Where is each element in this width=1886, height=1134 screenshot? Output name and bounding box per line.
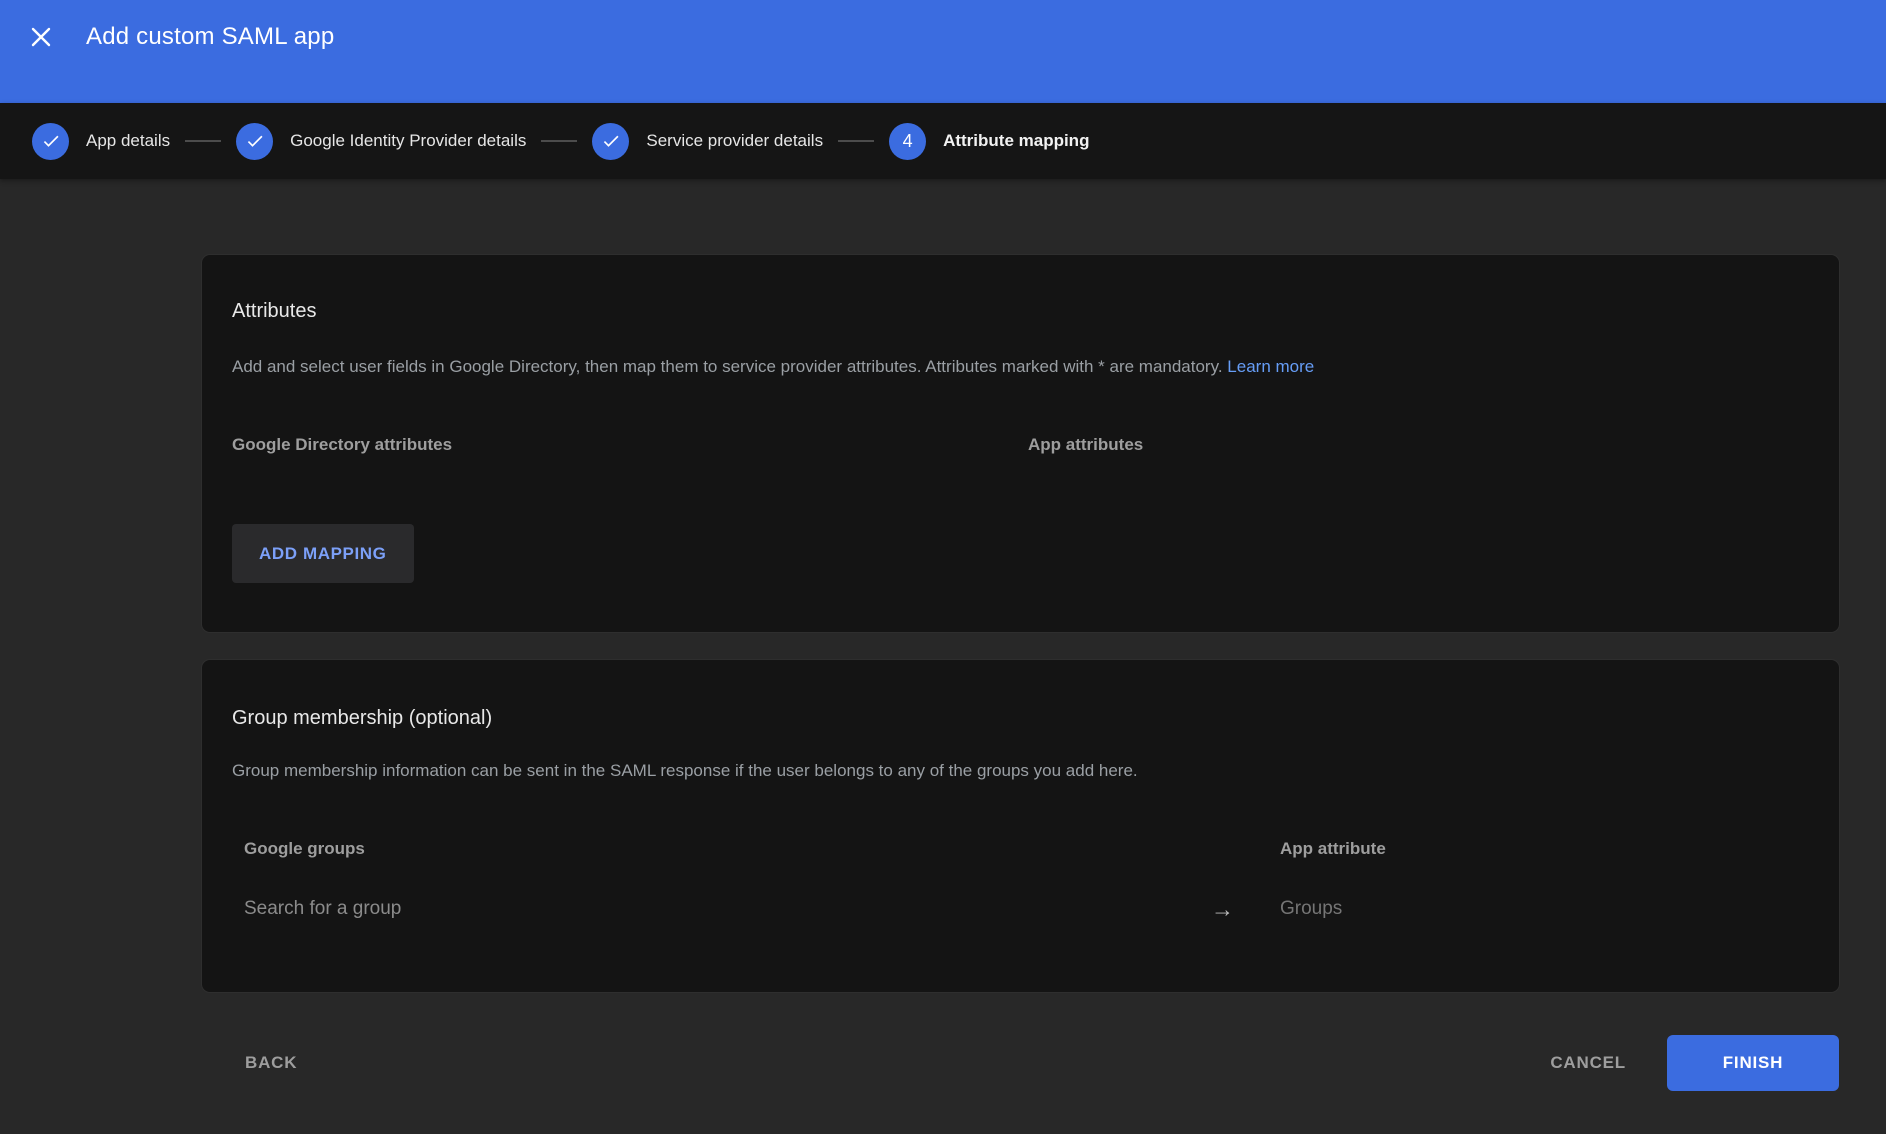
app-attributes-header: App attributes	[1028, 434, 1143, 456]
dialog-title: Add custom SAML app	[86, 23, 334, 51]
group-column-headers: Google groups App attribute	[244, 838, 1809, 860]
close-x-glyph	[29, 25, 53, 49]
step-label: App details	[86, 131, 170, 151]
dialog-body: Attributes Add and select user fields in…	[202, 255, 1839, 1091]
dialog-actions: BACK CANCEL FINISH	[202, 1035, 1839, 1091]
step-number-badge: 4	[889, 123, 926, 160]
app-attribute-header: App attribute	[1280, 838, 1386, 860]
attributes-description-text: Add and select user fields in Google Dir…	[232, 357, 1223, 376]
step-connector-line	[185, 140, 221, 142]
step-attribute-mapping: 4 Attribute mapping	[889, 123, 1089, 160]
close-icon[interactable]	[27, 23, 55, 51]
group-membership-description: Group membership information can be sent…	[232, 759, 1809, 783]
step-google-idp-details[interactable]: Google Identity Provider details	[236, 123, 526, 160]
stepper: App details Google Identity Provider det…	[0, 103, 1886, 179]
attributes-card-description: Add and select user fields in Google Dir…	[232, 355, 1809, 379]
group-mapping-row: → Groups	[244, 896, 1809, 922]
app-attribute-value[interactable]: Groups	[1280, 896, 1342, 922]
back-button[interactable]: BACK	[245, 1053, 297, 1073]
google-directory-attributes-header: Google Directory attributes	[232, 434, 1028, 456]
step-complete-check-icon	[236, 123, 273, 160]
finish-button[interactable]: FINISH	[1667, 1035, 1839, 1091]
attributes-card-title: Attributes	[232, 298, 1809, 324]
google-groups-header: Google groups	[244, 838, 1280, 860]
group-membership-card-title: Group membership (optional)	[232, 705, 1809, 731]
attributes-card: Attributes Add and select user fields in…	[202, 255, 1839, 632]
step-complete-check-icon	[592, 123, 629, 160]
step-connector-line	[838, 140, 874, 142]
step-complete-check-icon	[32, 123, 69, 160]
attributes-column-headers: Google Directory attributes App attribut…	[232, 434, 1809, 456]
arrow-right-icon: →	[1211, 899, 1280, 919]
group-membership-card: Group membership (optional) Group member…	[202, 660, 1839, 992]
add-custom-saml-app-dialog: Add custom SAML app App details Google I…	[0, 0, 1886, 1091]
step-label: Service provider details	[646, 131, 823, 151]
step-label: Attribute mapping	[943, 131, 1089, 151]
step-label: Google Identity Provider details	[290, 131, 526, 151]
add-mapping-button[interactable]: ADD MAPPING	[232, 524, 414, 583]
group-search-input[interactable]	[244, 898, 1211, 920]
learn-more-link[interactable]: Learn more	[1227, 357, 1314, 376]
step-connector-line	[541, 140, 577, 142]
dialog-header: Add custom SAML app	[0, 0, 1886, 103]
step-app-details[interactable]: App details	[32, 123, 170, 160]
step-service-provider-details[interactable]: Service provider details	[592, 123, 823, 160]
cancel-button[interactable]: CANCEL	[1550, 1053, 1626, 1073]
